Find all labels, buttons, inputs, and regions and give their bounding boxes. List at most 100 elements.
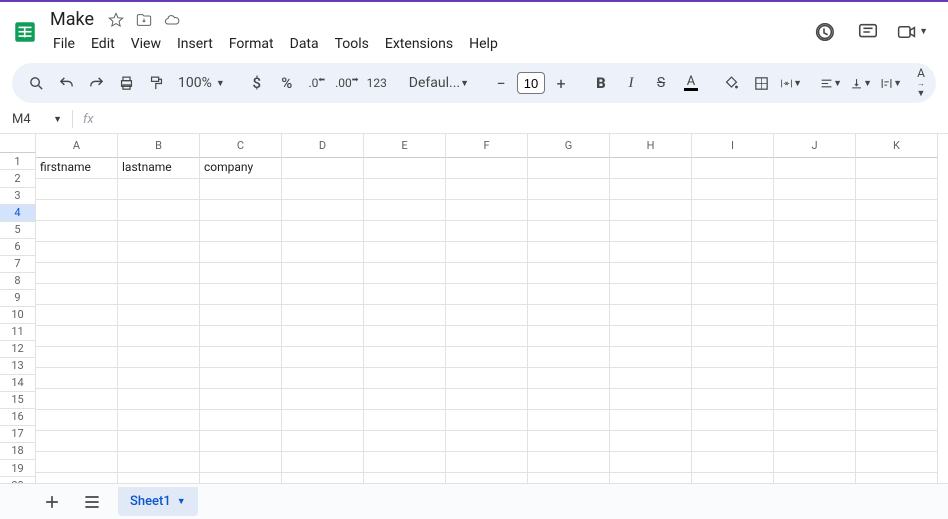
row-header[interactable]: 11 xyxy=(0,324,36,341)
column-header[interactable]: K xyxy=(856,134,938,158)
cell[interactable] xyxy=(610,452,692,473)
cell[interactable] xyxy=(364,200,446,221)
cell[interactable] xyxy=(528,326,610,347)
increase-decimal-icon[interactable]: .00➡ xyxy=(333,69,361,97)
cell[interactable] xyxy=(118,179,200,200)
cell[interactable]: company xyxy=(200,158,282,179)
cell[interactable] xyxy=(692,284,774,305)
cell[interactable] xyxy=(118,452,200,473)
cell[interactable] xyxy=(282,410,364,431)
row-header[interactable]: 2 xyxy=(0,170,36,187)
cell[interactable] xyxy=(118,389,200,410)
cell[interactable] xyxy=(36,200,118,221)
row-header[interactable]: 8 xyxy=(0,273,36,290)
cell[interactable] xyxy=(692,200,774,221)
cell[interactable] xyxy=(774,305,856,326)
cell[interactable] xyxy=(282,389,364,410)
vertical-align-icon[interactable]: ▼ xyxy=(847,69,875,97)
cell[interactable] xyxy=(856,305,938,326)
cell[interactable] xyxy=(528,158,610,179)
cell[interactable] xyxy=(200,452,282,473)
cell[interactable] xyxy=(36,410,118,431)
more-formats-icon[interactable]: 123 xyxy=(363,69,391,97)
cell[interactable] xyxy=(610,389,692,410)
cell[interactable] xyxy=(774,389,856,410)
cell[interactable] xyxy=(610,368,692,389)
cell[interactable] xyxy=(364,242,446,263)
sheets-logo[interactable] xyxy=(12,15,38,49)
cell[interactable] xyxy=(446,452,528,473)
cell[interactable] xyxy=(36,368,118,389)
cell[interactable] xyxy=(856,284,938,305)
cell[interactable] xyxy=(118,326,200,347)
row-header[interactable]: 15 xyxy=(0,392,36,409)
italic-icon[interactable]: I xyxy=(617,69,645,97)
cell[interactable] xyxy=(446,284,528,305)
cell[interactable] xyxy=(282,242,364,263)
cell[interactable] xyxy=(36,389,118,410)
cell[interactable] xyxy=(36,326,118,347)
cell[interactable] xyxy=(856,242,938,263)
name-box[interactable]: M4▼ xyxy=(6,110,68,129)
cell[interactable] xyxy=(774,452,856,473)
cell[interactable] xyxy=(200,284,282,305)
cell[interactable] xyxy=(528,305,610,326)
cell[interactable] xyxy=(36,305,118,326)
cell[interactable] xyxy=(364,452,446,473)
cell[interactable] xyxy=(446,200,528,221)
column-header[interactable]: C xyxy=(200,134,282,158)
cell[interactable] xyxy=(282,305,364,326)
cell[interactable] xyxy=(36,242,118,263)
cell[interactable] xyxy=(364,410,446,431)
cell[interactable] xyxy=(528,221,610,242)
cell[interactable] xyxy=(36,347,118,368)
search-icon[interactable] xyxy=(22,69,50,97)
cell[interactable] xyxy=(364,431,446,452)
row-header[interactable]: 13 xyxy=(0,358,36,375)
column-header[interactable]: H xyxy=(610,134,692,158)
decrease-font-icon[interactable]: − xyxy=(487,69,515,97)
cell[interactable] xyxy=(36,431,118,452)
cell[interactable] xyxy=(364,368,446,389)
cell[interactable] xyxy=(856,431,938,452)
cell[interactable] xyxy=(282,158,364,179)
percent-icon[interactable]: % xyxy=(273,69,301,97)
cell[interactable] xyxy=(774,263,856,284)
cell[interactable] xyxy=(282,326,364,347)
cell[interactable] xyxy=(446,389,528,410)
cell[interactable] xyxy=(36,452,118,473)
cell[interactable] xyxy=(528,410,610,431)
currency-icon[interactable]: $ xyxy=(243,69,271,97)
cell[interactable] xyxy=(446,347,528,368)
menu-format[interactable]: Format xyxy=(222,33,281,55)
cell[interactable] xyxy=(774,200,856,221)
undo-icon[interactable] xyxy=(52,69,80,97)
cell[interactable] xyxy=(856,368,938,389)
menu-help[interactable]: Help xyxy=(462,33,505,55)
cell[interactable] xyxy=(692,326,774,347)
row-header[interactable]: 16 xyxy=(0,409,36,426)
column-header[interactable]: J xyxy=(774,134,856,158)
cell[interactable] xyxy=(118,347,200,368)
meet-icon[interactable]: ▼ xyxy=(896,16,928,48)
row-header[interactable]: 14 xyxy=(0,375,36,392)
column-header[interactable]: A xyxy=(36,134,118,158)
cell[interactable] xyxy=(446,263,528,284)
cloud-status-icon[interactable] xyxy=(162,10,182,30)
cell[interactable] xyxy=(774,242,856,263)
cell[interactable] xyxy=(610,410,692,431)
cell[interactable] xyxy=(610,326,692,347)
cell[interactable] xyxy=(774,410,856,431)
cell[interactable] xyxy=(774,221,856,242)
print-icon[interactable] xyxy=(112,69,140,97)
comment-icon[interactable] xyxy=(852,16,884,48)
row-header[interactable]: 10 xyxy=(0,307,36,324)
bold-icon[interactable]: B xyxy=(587,69,615,97)
font-select[interactable]: Defaul...▼ xyxy=(403,75,475,91)
cell[interactable] xyxy=(528,263,610,284)
cell[interactable] xyxy=(282,431,364,452)
menu-insert[interactable]: Insert xyxy=(170,33,220,55)
cell[interactable] xyxy=(528,389,610,410)
cell[interactable] xyxy=(364,179,446,200)
cell[interactable] xyxy=(774,284,856,305)
